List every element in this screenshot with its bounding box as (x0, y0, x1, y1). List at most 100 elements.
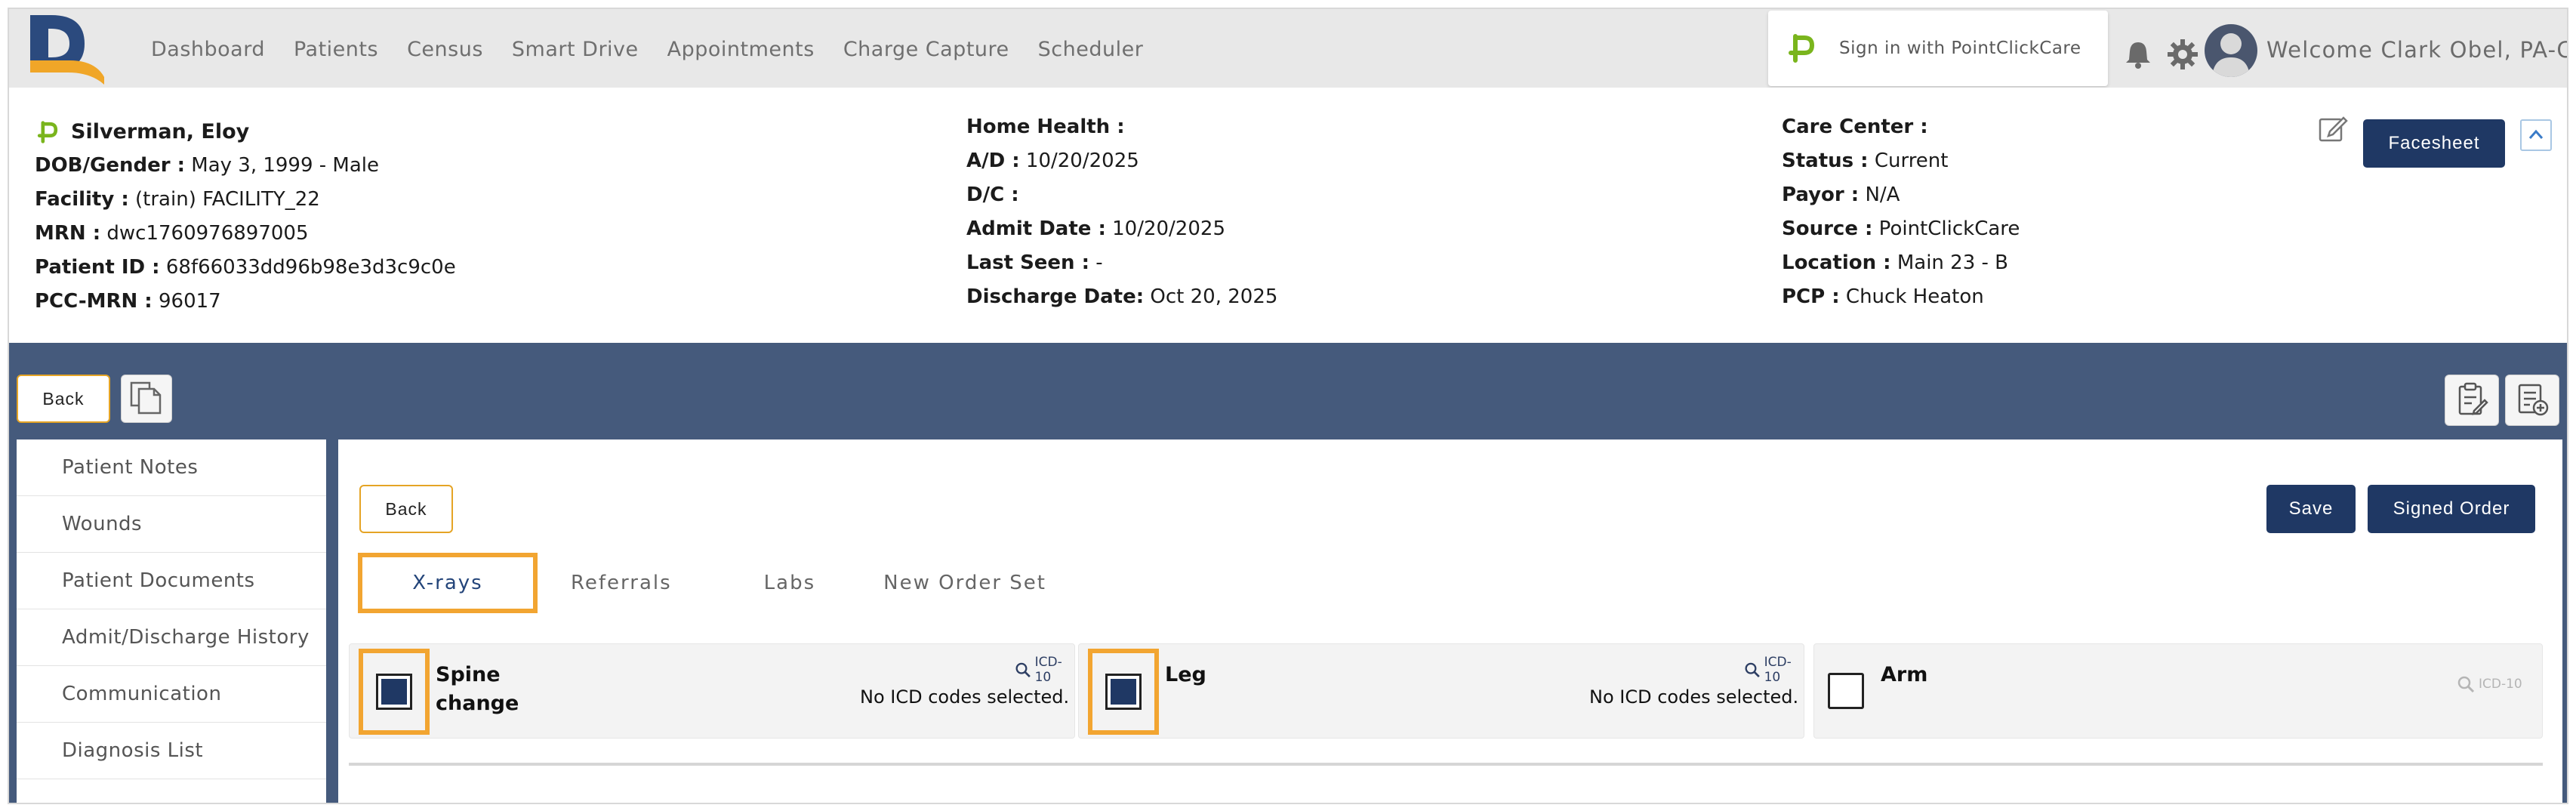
sidebar-item-patient-documents[interactable]: Patient Documents (17, 553, 326, 609)
add-note-button[interactable] (2505, 375, 2559, 426)
field-value: Main 23 - B (1890, 251, 2008, 274)
collapse-button[interactable] (2520, 119, 2552, 151)
patient-name: Silverman, Eloy (71, 120, 250, 143)
mrn-row: MRN : dwc1760976897005 (35, 217, 456, 251)
field-value: Oct 20, 2025 (1144, 285, 1278, 308)
pcp-row: PCP : Chuck Heaton (1782, 280, 2020, 314)
clipboard-edit-icon (2458, 382, 2488, 415)
home-health-row: Home Health : (966, 110, 1277, 144)
field-value: Chuck Heaton (1839, 285, 1984, 308)
clipboard-edit-button[interactable] (2445, 375, 2499, 426)
signed-order-button[interactable]: Signed Order (2368, 485, 2535, 533)
spine-checkbox[interactable] (359, 649, 430, 735)
icd-label: ICD-10 (1764, 655, 1792, 685)
save-button[interactable]: Save (2266, 485, 2356, 533)
checkbox-fill (381, 679, 407, 705)
nav-charge-capture[interactable]: Charge Capture (843, 38, 1009, 61)
search-icon (1745, 662, 1760, 678)
patient-info-left: Silverman, Eloy DOB/Gender : May 3, 1999… (35, 115, 456, 319)
sidebar-item-patient-notes[interactable]: Patient Notes (17, 439, 326, 496)
order-card-spine: Spine change ICD-10 No ICD codes selecte… (349, 643, 1075, 739)
care-center-row: Care Center : (1782, 110, 2020, 144)
chevron-up-icon (2528, 129, 2544, 139)
icd-search-button[interactable]: ICD-10 (2456, 674, 2522, 694)
icd-search-button[interactable]: ICD-10 (1014, 655, 1074, 685)
field-value: Current (1868, 150, 1949, 172)
app-logo[interactable] (26, 12, 109, 85)
tab-referrals[interactable]: Referrals (571, 553, 672, 613)
field-label: Last Seen : (966, 251, 1090, 274)
field-label: Status : (1782, 150, 1869, 172)
welcome-text: Welcome Clark Obel, PA-C (2266, 37, 2568, 63)
copy-documents-icon (130, 381, 162, 414)
status-row: Status : Current (1782, 144, 2020, 178)
nav-patients[interactable]: Patients (294, 38, 378, 61)
field-label: Facility : (35, 188, 129, 211)
discharge-date-row: Discharge Date: Oct 20, 2025 (966, 280, 1277, 314)
order-title: Leg (1165, 661, 1206, 689)
sidebar-item-wounds[interactable]: Wounds (17, 496, 326, 553)
facesheet-button[interactable]: Facesheet (2363, 119, 2505, 168)
field-label: PCC-MRN : (35, 290, 153, 313)
section-divider (349, 763, 2543, 766)
field-value: N/A (1859, 183, 1900, 206)
patient-header: Silverman, Eloy DOB/Gender : May 3, 1999… (9, 88, 2567, 343)
icd-status: No ICD codes selected. (860, 686, 1070, 708)
search-icon (2457, 676, 2475, 693)
arm-checkbox[interactable] (1828, 673, 1864, 709)
tab-x-rays[interactable]: X-rays (358, 553, 538, 613)
field-label: Location : (1782, 251, 1891, 274)
field-value: 10/20/2025 (1105, 217, 1225, 240)
checkbox-fill (1111, 679, 1136, 705)
field-label: A/D : (966, 150, 1020, 172)
nav-appointments[interactable]: Appointments (667, 38, 815, 61)
field-value: 10/20/2025 (1019, 150, 1139, 172)
checkbox-checked (376, 674, 412, 710)
patient-info-middle: Home Health : A/D : 10/20/2025 D/C : Adm… (966, 110, 1277, 314)
tab-labs[interactable]: Labs (764, 553, 815, 613)
sidebar-item-communication[interactable]: Communication (17, 666, 326, 723)
pointclickcare-logo-icon (37, 120, 58, 143)
icd-search-button[interactable]: ICD-10 (1743, 655, 1804, 685)
payor-row: Payor : N/A (1782, 178, 2020, 212)
patient-id-row: Patient ID : 68f66033dd96b98e3d3c9c0e (35, 251, 456, 285)
field-value: 96017 (152, 290, 221, 313)
location-row: Location : Main 23 - B (1782, 246, 2020, 280)
main-nav: Dashboard Patients Census Smart Drive Ap… (151, 38, 1143, 61)
gear-icon[interactable] (2166, 38, 2199, 71)
patient-info-right: Care Center : Status : Current Payor : N… (1782, 110, 2020, 314)
field-value: May 3, 1999 - Male (185, 154, 380, 177)
field-label: Discharge Date: (966, 285, 1145, 308)
user-avatar[interactable] (2205, 24, 2257, 77)
sidebar-item-diagnosis-list[interactable]: Diagnosis List (17, 723, 326, 779)
order-title-line: Arm (1881, 663, 1928, 686)
nav-scheduler[interactable]: Scheduler (1038, 38, 1144, 61)
sidebar-item-admit-discharge-history[interactable]: Admit/Discharge History (17, 609, 326, 666)
admit-date-row: Admit Date : 10/20/2025 (966, 212, 1277, 246)
order-title-line: Spine (436, 663, 501, 686)
field-label: D/C : (966, 183, 1019, 206)
nav-census[interactable]: Census (407, 38, 483, 61)
patient-name-row: Silverman, Eloy (35, 115, 456, 149)
back-button[interactable]: Back (17, 375, 110, 423)
search-icon (1015, 662, 1031, 678)
note-add-icon (2518, 384, 2549, 415)
pcc-signin-label: Sign in with PointClickCare (1839, 39, 2081, 58)
edit-icon[interactable] (2318, 113, 2348, 143)
field-label: MRN : (35, 222, 101, 245)
leg-checkbox[interactable] (1088, 649, 1159, 735)
dc-row: D/C : (966, 178, 1277, 212)
order-tabs: X-rays Referrals Labs New Order Set (358, 553, 1046, 613)
field-value: PointClickCare (1872, 217, 2020, 240)
nav-smart-drive[interactable]: Smart Drive (512, 38, 639, 61)
field-label: Home Health : (966, 116, 1125, 138)
field-label: PCP : (1782, 285, 1840, 308)
pcc-signin-button[interactable]: Sign in with PointClickCare (1768, 11, 2108, 86)
orders-back-button[interactable]: Back (359, 485, 453, 533)
documents-button[interactable] (121, 375, 172, 423)
nav-dashboard[interactable]: Dashboard (151, 38, 265, 61)
bell-icon[interactable] (2123, 39, 2153, 69)
order-title-line: change (436, 692, 519, 715)
checkbox-checked (1105, 674, 1142, 710)
tab-new-order-set[interactable]: New Order Set (883, 553, 1046, 613)
